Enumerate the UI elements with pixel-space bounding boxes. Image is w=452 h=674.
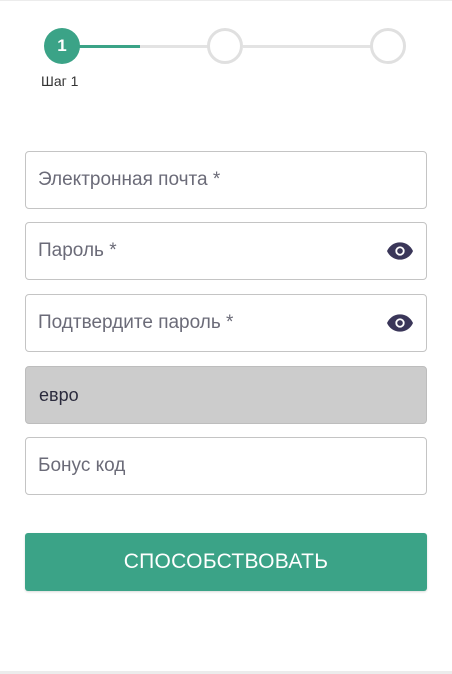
- step-connector-inactive: [243, 45, 371, 48]
- step-1-label: Шаг 1: [41, 73, 79, 89]
- eye-icon[interactable]: [387, 240, 413, 262]
- registration-page: 1 Шаг 1 евро: [0, 0, 452, 674]
- email-field[interactable]: [25, 151, 427, 209]
- step-2-circle: [207, 28, 243, 64]
- password-input[interactable]: [26, 223, 426, 279]
- eye-icon[interactable]: [387, 312, 413, 334]
- currency-select[interactable]: евро: [25, 366, 427, 424]
- confirm-password-input[interactable]: [26, 295, 426, 351]
- step-connector-inactive: [140, 45, 208, 48]
- bonus-code-field[interactable]: [25, 437, 427, 495]
- progress-stepper: 1 Шаг 1: [0, 0, 452, 100]
- bonus-code-input[interactable]: [26, 438, 426, 494]
- submit-button[interactable]: СПОСОБСТВОВАТЬ: [25, 533, 427, 591]
- step-1-circle: 1: [44, 28, 80, 64]
- currency-selected-value: евро: [39, 385, 79, 405]
- step-connector-active: [78, 45, 140, 48]
- step-1-number: 1: [57, 36, 67, 55]
- step-3-circle: [370, 28, 406, 64]
- password-field[interactable]: [25, 222, 427, 280]
- email-input[interactable]: [26, 152, 426, 208]
- confirm-password-field[interactable]: [25, 294, 427, 352]
